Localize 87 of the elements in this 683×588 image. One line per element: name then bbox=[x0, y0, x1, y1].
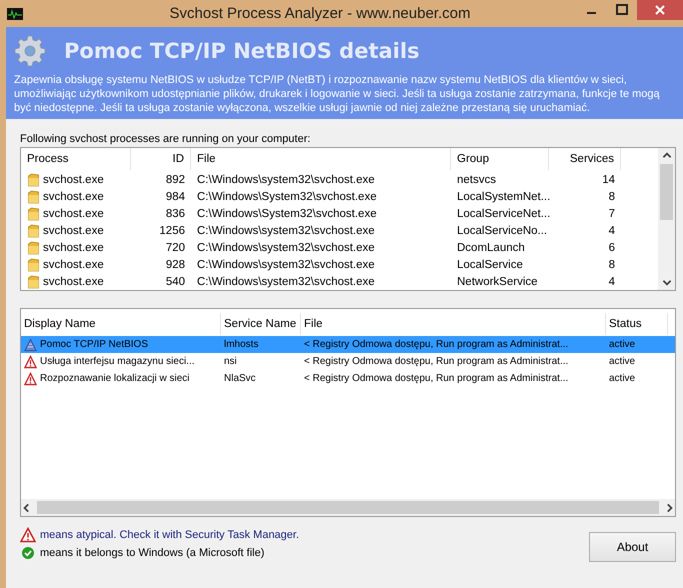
table-cell-text: DcomLaunch bbox=[456, 242, 526, 254]
table-cell-text: LocalSystemNet... bbox=[456, 190, 549, 202]
service-description: Zapewnia obsługę systemu NetBIOS w usłudze TCP/IP (NetBT) i rozpoznawanie nazw systemu NetBIOS dla klientów w sieci, umożliwiając użytkownikom udostępnianie plików, drukarek i logowanie w sieci. Jeśli ta usługa zostanie zatrzymana, funkcje te mogą być niedostępne. Jeśli ta usługa zostanie wyłączona, wszelkie usługi jawnie od niej zależne przestaną się uruchamiać. bbox=[14, 73, 661, 115]
scrollbar-thumb[interactable] bbox=[660, 164, 673, 220]
column-header[interactable]: Status bbox=[606, 313, 668, 335]
table-cell-text: LocalServiceNo... bbox=[456, 224, 548, 236]
column-header[interactable]: File bbox=[301, 313, 606, 335]
table-cell-text: C:\Windows\system32\svchost.exe bbox=[196, 174, 376, 186]
table-cell-text: 836 bbox=[164, 208, 186, 220]
column-header[interactable]: Service Name bbox=[221, 313, 301, 335]
file-path: < Registry Odmowa dostępu, Run program as Administrat... bbox=[303, 339, 570, 350]
table-cell-text: C:\Windows\System32\svchost.exe bbox=[196, 190, 378, 202]
app-icon bbox=[7, 8, 23, 20]
details-title: Pomoc TCP/IP NetBIOS details bbox=[64, 39, 420, 63]
warning-icon bbox=[20, 527, 36, 543]
service-row[interactable]: Usługa interfejsu magazynu sieci... nsi < Registry Odmowa dostępu, Run program as Administrat... active bbox=[21, 353, 675, 370]
table-cell-text: 892 bbox=[164, 174, 186, 186]
column-header[interactable]: ID bbox=[131, 148, 191, 170]
window-title: Svchost Process Analyzer - www.neuber.com bbox=[168, 5, 472, 22]
column-header[interactable]: Services bbox=[549, 148, 621, 170]
display-name: Pomoc TCP/IP NetBIOS bbox=[40, 339, 148, 350]
table-cell-text: 4 bbox=[608, 224, 616, 236]
vertical-scrollbar[interactable] bbox=[658, 148, 675, 290]
gear-icon bbox=[14, 35, 46, 67]
table-cell-text: C:\Windows\system32\svchost.exe bbox=[196, 242, 376, 254]
process-name: svchost.exe bbox=[43, 174, 104, 186]
pyramid-icon bbox=[24, 338, 37, 352]
table-cell-text: 6 bbox=[608, 242, 616, 254]
status-text: active bbox=[608, 373, 636, 384]
table-cell-text: C:\Windows\system32\svchost.exe bbox=[196, 258, 376, 270]
column-header[interactable]: File bbox=[191, 148, 451, 170]
process-name: svchost.exe bbox=[43, 242, 104, 254]
about-button[interactable]: About bbox=[589, 532, 676, 562]
process-name: svchost.exe bbox=[43, 276, 104, 288]
close-icon[interactable] bbox=[637, 0, 683, 20]
service-row[interactable]: Pomoc TCP/IP NetBIOS lmhosts < Registry Odmowa dostępu, Run program as Administrat... active bbox=[21, 336, 675, 353]
scrollbar-thumb[interactable] bbox=[37, 501, 659, 514]
service-row[interactable]: Rozpoznawanie lokalizacji w sieci NlaSvc < Registry Odmowa dostępu, Run program as Administrat... active bbox=[21, 370, 675, 387]
table-cell-text: C:\Windows\system32\svchost.exe bbox=[196, 276, 376, 288]
table-cell-text: 7 bbox=[608, 208, 616, 220]
horizontal-scrollbar[interactable] bbox=[21, 499, 675, 516]
table-cell-text: 540 bbox=[164, 276, 186, 288]
table-cell-text: NetworkService bbox=[456, 276, 539, 288]
table-cell-text: 4 bbox=[608, 276, 616, 288]
table-cell-text: LocalServiceNet... bbox=[456, 208, 549, 220]
table-cell-text: 984 bbox=[164, 190, 186, 202]
table-cell-text: 928 bbox=[164, 258, 186, 270]
table-cell-text: C:\Windows\System32\svchost.exe bbox=[196, 208, 378, 220]
folder-icon bbox=[27, 258, 40, 272]
display-name: Usługa interfejsu magazynu sieci... bbox=[40, 356, 195, 367]
status-text: active bbox=[608, 339, 636, 350]
folder-icon bbox=[27, 172, 40, 186]
service-name: lmhosts bbox=[223, 339, 260, 350]
file-path: < Registry Odmowa dostępu, Run program as Administrat... bbox=[303, 373, 570, 384]
service-name: nsi bbox=[223, 356, 238, 367]
table-cell-text: 1256 bbox=[158, 224, 186, 236]
service-name: NlaSvc bbox=[223, 373, 257, 384]
service-list[interactable] bbox=[20, 308, 676, 517]
process-name: svchost.exe bbox=[43, 258, 104, 270]
folder-icon bbox=[27, 274, 40, 288]
process-list[interactable] bbox=[20, 147, 676, 291]
table-cell-text: netsvcs bbox=[456, 174, 497, 186]
processes-label: Following svchost processes are running on your computer: bbox=[20, 133, 312, 145]
column-header[interactable]: Group bbox=[451, 148, 549, 170]
checkmark-icon bbox=[20, 545, 36, 561]
table-cell-text: 8 bbox=[608, 258, 616, 270]
column-header[interactable]: Display Name bbox=[21, 313, 221, 335]
folder-icon bbox=[27, 240, 40, 254]
legend-text[interactable]: means atypical. Check it with Security Task Manager. bbox=[40, 529, 300, 541]
file-path: < Registry Odmowa dostępu, Run program as Administrat... bbox=[303, 356, 570, 367]
table-cell-text: LocalService bbox=[456, 258, 524, 270]
process-name: svchost.exe bbox=[43, 208, 104, 220]
display-name: Rozpoznawanie lokalizacji w sieci bbox=[40, 373, 190, 384]
folder-icon bbox=[27, 224, 40, 238]
warning-icon bbox=[24, 372, 37, 386]
folder-icon bbox=[27, 190, 40, 204]
folder-icon bbox=[27, 206, 40, 220]
process-name: svchost.exe bbox=[43, 224, 104, 236]
warning-icon bbox=[24, 354, 37, 368]
table-cell-text: 14 bbox=[601, 174, 616, 186]
legend-text: means it belongs to Windows (a Microsoft file) bbox=[40, 547, 264, 559]
process-name: svchost.exe bbox=[43, 190, 104, 202]
status-text: active bbox=[608, 356, 636, 367]
column-header[interactable]: Process bbox=[21, 148, 131, 170]
table-cell-text: C:\Windows\system32\svchost.exe bbox=[196, 224, 376, 236]
table-cell-text: 720 bbox=[164, 242, 186, 254]
table-cell-text: 8 bbox=[608, 190, 616, 202]
